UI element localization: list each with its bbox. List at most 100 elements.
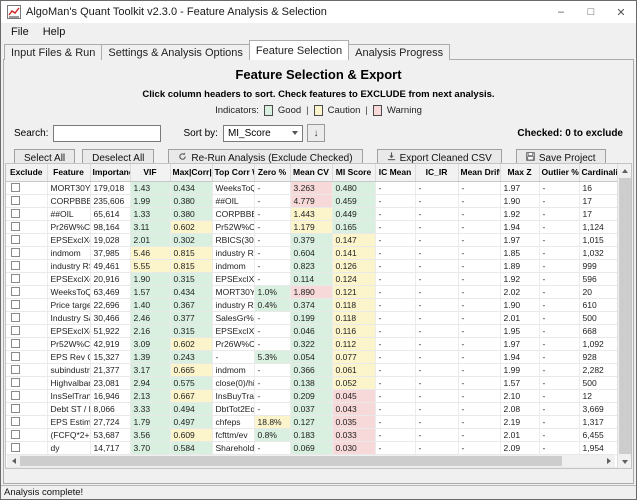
exclude-cell	[6, 233, 47, 246]
sort-by-dropdown[interactable]: MI_Score	[223, 125, 303, 142]
cell-mi-score: 0.449	[332, 207, 375, 220]
exclude-checkbox[interactable]	[11, 404, 20, 413]
column-header-exclude[interactable]: Exclude	[6, 164, 47, 181]
exclude-cell	[6, 324, 47, 337]
cell-outlier: -	[539, 363, 579, 376]
cell-ic-ir: -	[415, 246, 458, 259]
minimize-button[interactable]: –	[546, 1, 576, 23]
scroll-left-arrow-icon[interactable]	[7, 455, 20, 467]
cell-max-corr: 0.494	[170, 402, 212, 415]
exclude-checkbox[interactable]	[11, 313, 20, 322]
exclude-checkbox[interactable]	[11, 365, 20, 374]
cell-max-z: 2.08	[500, 402, 539, 415]
tab-settings-analysis-options[interactable]: Settings & Analysis Options	[101, 44, 250, 60]
cell-ic-mean: -	[375, 402, 415, 415]
tab-input-files-run[interactable]: Input Files & Run	[4, 44, 102, 60]
exclude-checkbox[interactable]	[11, 339, 20, 348]
table-row-subindustry: subindustry21,3773.170.665indmom-0.3660.…	[6, 363, 617, 376]
cell-importance: 65,614	[90, 207, 130, 220]
column-header-max-z[interactable]: Max Z	[500, 164, 539, 181]
close-button[interactable]: ✕	[606, 1, 636, 23]
scroll-up-arrow-icon[interactable]	[618, 164, 631, 177]
column-header-cardinality[interactable]: Cardinality	[579, 164, 617, 181]
tab-strip: Input Files & RunSettings & Analysis Opt…	[1, 40, 636, 60]
menu-item-file[interactable]: File	[4, 25, 36, 39]
cell-top-corr-wi: EPSExclXor	[212, 272, 254, 285]
exclude-checkbox[interactable]	[11, 352, 20, 361]
cell-mi-score: 0.052	[332, 376, 375, 389]
exclude-checkbox[interactable]	[11, 391, 20, 400]
exclude-cell	[6, 389, 47, 402]
cell-mean-cv: 0.823	[290, 259, 332, 272]
column-header-mean-cv[interactable]: Mean CV	[290, 164, 332, 181]
horizontal-scrollbar[interactable]	[7, 455, 615, 467]
scroll-right-arrow-icon[interactable]	[602, 455, 615, 467]
cell-outlier: -	[539, 415, 579, 428]
exclude-checkbox[interactable]	[11, 430, 20, 439]
window-title: AlgoMan's Quant Toolkit v2.3.0 - Feature…	[26, 6, 546, 18]
cell-importance: 98,164	[90, 220, 130, 233]
column-header-max-corr[interactable]: Max|Corr|	[170, 164, 212, 181]
cell-zero: 1.0%	[254, 285, 290, 298]
exclude-checkbox[interactable]	[11, 248, 20, 257]
cell-importance: 22,696	[90, 298, 130, 311]
column-header-mi-score[interactable]: MI Score	[332, 164, 375, 181]
maximize-button[interactable]: □	[576, 1, 606, 23]
table-row-epsexclxor: EPSExclXor20,9161.900.315EPSExclXor-0.11…	[6, 272, 617, 285]
exclude-checkbox[interactable]	[11, 378, 20, 387]
exclude-checkbox[interactable]	[11, 196, 20, 205]
exclude-checkbox[interactable]	[11, 261, 20, 270]
exclude-checkbox[interactable]	[11, 274, 20, 283]
column-header-ic-mean[interactable]: IC Mean	[375, 164, 415, 181]
exclude-checkbox[interactable]	[11, 222, 20, 231]
tab-feature-selection[interactable]: Feature Selection	[249, 40, 349, 60]
cell-max-corr: 0.243	[170, 350, 212, 363]
vertical-scroll-thumb[interactable]	[619, 178, 631, 454]
vertical-scrollbar[interactable]	[617, 164, 631, 468]
scroll-down-arrow-icon[interactable]	[618, 455, 631, 468]
exclude-checkbox[interactable]	[11, 287, 20, 296]
cell-zero: -	[254, 311, 290, 324]
column-header-importance[interactable]: Importance	[90, 164, 130, 181]
column-header-feature[interactable]: Feature	[47, 164, 90, 181]
sort-direction-button[interactable]: ↓	[307, 124, 325, 142]
column-header-mean-drift[interactable]: Mean Drift	[458, 164, 500, 181]
tab-analysis-progress[interactable]: Analysis Progress	[348, 44, 450, 60]
column-header-ic-ir[interactable]: IC_IR	[415, 164, 458, 181]
cell-max-corr: 0.315	[170, 324, 212, 337]
table-row-corpbbb: CORPBBB235,6061.990.380##OIL-4.7790.459-…	[6, 194, 617, 207]
column-header-vif[interactable]: VIF	[130, 164, 170, 181]
exclude-cell	[6, 194, 47, 207]
column-header-outlier[interactable]: Outlier %	[539, 164, 579, 181]
cell-cardinality: 6,455	[579, 428, 617, 441]
exclude-checkbox[interactable]	[11, 326, 20, 335]
cell-zero: -	[254, 324, 290, 337]
cell-max-z: 1.99	[500, 363, 539, 376]
save-project-label: Save Project	[539, 153, 596, 164]
exclude-checkbox[interactable]	[11, 300, 20, 309]
exclude-checkbox[interactable]	[11, 183, 20, 192]
cell-top-corr-wi: Pr26W%Ch	[212, 337, 254, 350]
cell-top-corr-wi: EPSExclXor	[212, 324, 254, 337]
exclude-checkbox[interactable]	[11, 209, 20, 218]
table-row-pr26w-ch: Pr26W%Ch98,1643.110.602Pr52W%Ch-1.1790.1…	[6, 220, 617, 233]
cell-mean-drift: -	[458, 415, 500, 428]
sort-direction-icon: ↓	[313, 128, 318, 139]
exclude-checkbox[interactable]	[11, 417, 20, 426]
search-input[interactable]	[53, 125, 161, 142]
exclude-checkbox[interactable]	[11, 443, 20, 452]
column-header-zero[interactable]: Zero %	[254, 164, 290, 181]
cell-cardinality: 610	[579, 298, 617, 311]
cell-max-corr: 0.609	[170, 428, 212, 441]
horizontal-scroll-thumb[interactable]	[20, 456, 562, 466]
cell-feature: CORPBBB	[47, 194, 90, 207]
cell-top-corr-wi: Shareholde	[212, 441, 254, 454]
cell-max-z: 1.92	[500, 272, 539, 285]
cell-cardinality: 668	[579, 324, 617, 337]
column-header-top-corr-wi[interactable]: Top Corr Wi	[212, 164, 254, 181]
exclude-checkbox[interactable]	[11, 235, 20, 244]
cell-mean-cv: 0.374	[290, 298, 332, 311]
cell-feature: WeeksToQ	[47, 285, 90, 298]
exclude-cell	[6, 207, 47, 220]
menu-item-help[interactable]: Help	[36, 25, 73, 39]
